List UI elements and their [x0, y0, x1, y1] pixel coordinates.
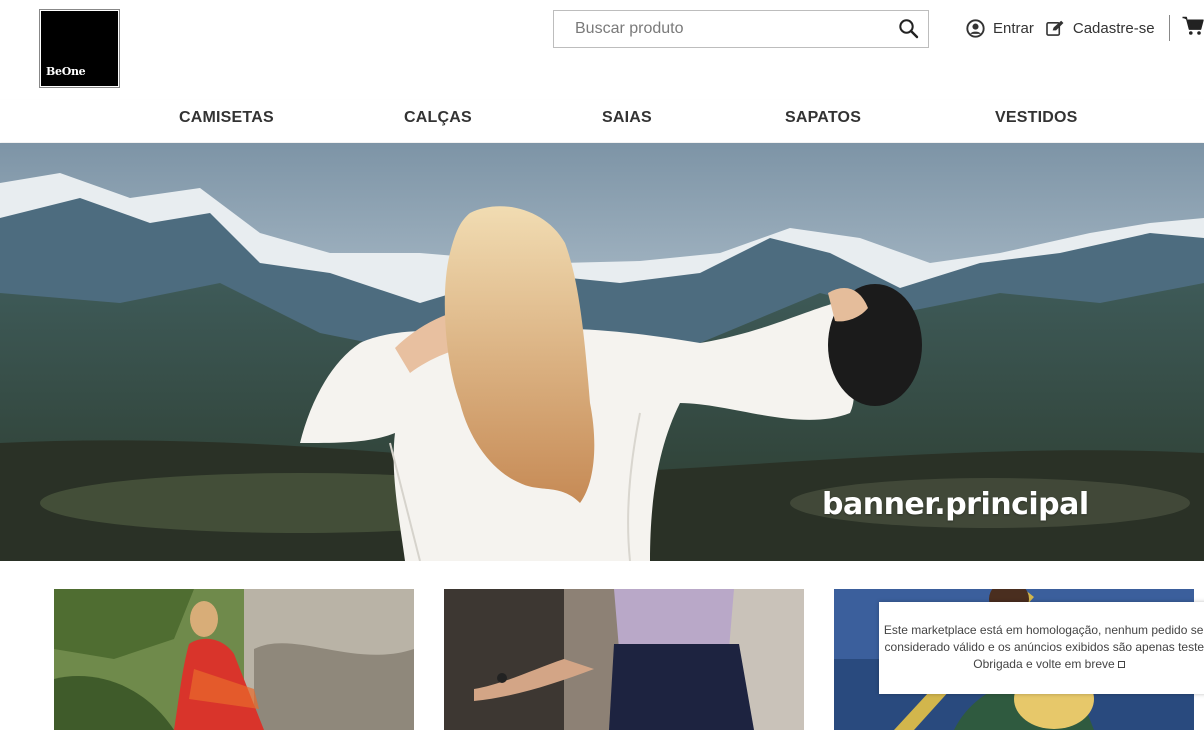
product-image: [54, 589, 414, 730]
notice-line-1: Este marketplace está em homologação, ne…: [883, 623, 1204, 637]
nav-item-vestidos[interactable]: VESTIDOS: [995, 109, 1078, 127]
product-card[interactable]: [444, 589, 804, 730]
user-circle-icon: [966, 18, 985, 38]
close-icon[interactable]: [1117, 661, 1125, 668]
search-icon[interactable]: [898, 18, 920, 40]
logo-mark: BeOne: [41, 11, 118, 86]
signup-link[interactable]: Cadastre-se: [1046, 20, 1155, 37]
notice-line-2: considerado válido e os anúncios exibido…: [884, 640, 1204, 654]
nav-item-calcas[interactable]: CALÇAS: [404, 109, 472, 127]
brand-logo[interactable]: BeOne: [39, 9, 120, 88]
banner-caption: banner.principal: [822, 487, 1089, 522]
homologation-notice: Este marketplace está em homologação, ne…: [879, 602, 1204, 694]
edit-icon: [1046, 20, 1064, 36]
login-label: Entrar: [993, 19, 1034, 37]
account-links: Entrar Cadastre-se: [966, 15, 1204, 41]
logo-text: BeOne: [46, 65, 86, 78]
notice-line-3: Obrigada e volte em breve: [973, 657, 1115, 671]
header-divider: [1168, 15, 1170, 41]
nav-item-sapatos[interactable]: SAPATOS: [785, 109, 861, 127]
search-bar: [553, 10, 929, 48]
product-image: [444, 589, 804, 730]
signup-label: Cadastre-se: [1072, 19, 1155, 37]
nav-item-camisetas[interactable]: CAMISETAS: [179, 109, 274, 127]
cart-icon[interactable]: [1182, 16, 1204, 40]
search-input[interactable]: [554, 11, 884, 47]
main-banner[interactable]: banner.principal: [0, 143, 1204, 561]
login-link[interactable]: Entrar: [966, 18, 1034, 38]
product-card[interactable]: [54, 589, 414, 730]
nav-item-saias[interactable]: SAIAS: [602, 109, 652, 127]
main-nav: CAMISETAS CALÇAS SAIAS SAPATOS VESTIDOS: [0, 100, 1204, 142]
